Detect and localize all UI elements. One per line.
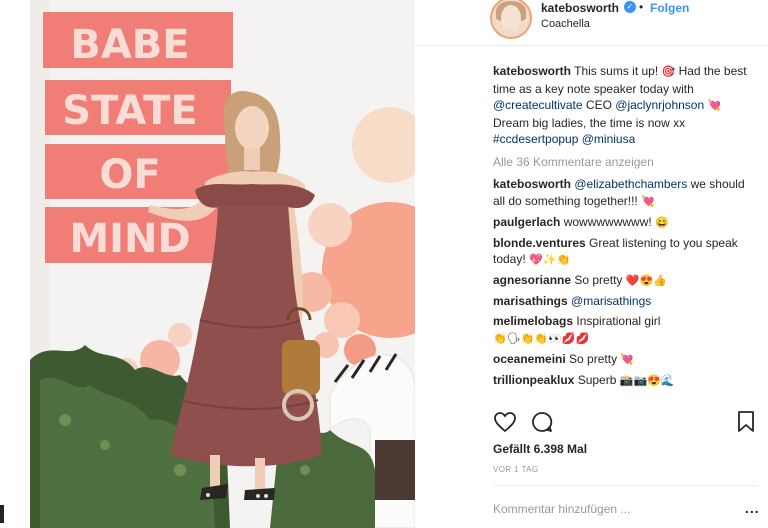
caption-text-4: Dream big ladies, the time is now xx: [493, 115, 686, 130]
comment-username[interactable]: katebosworth: [493, 177, 571, 191]
comment-item: blonde.ventures Great listening to you s…: [493, 235, 758, 269]
comment-item: trillionpeaklux Superb 📸📷😍🌊: [493, 372, 758, 390]
wall-text-4: MIND: [69, 216, 190, 262]
comment-emoji: ❤️😍👍: [625, 275, 667, 287]
comment-username[interactable]: trillionpeaklux: [493, 373, 574, 387]
location-link[interactable]: Coachella: [541, 18, 590, 30]
comment-username[interactable]: oceanemeini: [493, 352, 566, 366]
comment-emoji: 👏🗣👏👏👀💋💋: [493, 332, 590, 345]
comment-username[interactable]: agnesorianne: [493, 273, 571, 287]
divider: [493, 485, 758, 486]
comment-mention[interactable]: @marisathings: [571, 294, 651, 308]
caption-hashtag[interactable]: #ccdesertpopup: [493, 132, 578, 146]
photo-illustration: BABE STATE OF MIND: [30, 0, 415, 528]
comment-emoji: 📸📷😍🌊: [619, 374, 675, 387]
speech-bubble-icon[interactable]: [530, 410, 554, 434]
likes-count[interactable]: Gefällt 6.398 Mal: [493, 442, 587, 456]
separator-dot: •: [639, 0, 644, 14]
caption-mention-miniusa[interactable]: @miniusa: [582, 132, 636, 146]
header-username[interactable]: katebosworth: [541, 1, 619, 15]
follow-button[interactable]: Folgen: [650, 1, 689, 15]
comment-item: katebosworth @elizabethchambers we shoul…: [493, 176, 758, 210]
comment-emoji: 😄: [655, 216, 669, 229]
caption-text-3: CEO: [585, 98, 612, 112]
post-timestamp: VOR 1 TAG: [493, 465, 539, 474]
comment-item: agnesorianne So pretty ❤️😍👍: [493, 272, 758, 290]
avatar[interactable]: [490, 0, 532, 39]
comment-text: So pretty: [569, 351, 618, 366]
post-details-panel: katebosworth ✓ • Folgen Coachella katebo…: [415, 0, 768, 528]
caption-text-1: This sums it up!: [574, 64, 659, 78]
wall-text-2: STATE: [62, 88, 197, 134]
comment-text: So pretty: [574, 273, 623, 287]
bookmark-icon[interactable]: [736, 410, 756, 434]
comment-emoji: 💖✨👏: [529, 254, 571, 266]
post-caption: katebosworth This sums it up! 🎯 Had the …: [493, 63, 758, 148]
post-photo[interactable]: BABE STATE OF MIND: [30, 0, 415, 528]
wall-text-1: BABE: [70, 22, 189, 68]
comment-mention[interactable]: @elizabethchambers: [574, 177, 687, 191]
more-options-button[interactable]: ...: [745, 500, 760, 516]
caption-mention-createcultivate[interactable]: @createcultivate: [493, 98, 583, 112]
post-actions: [493, 410, 758, 436]
comment-item: melimelobags Inspirational girl 👏🗣👏👏👀💋💋: [493, 313, 758, 347]
comment-text: Inspirational girl: [576, 314, 661, 328]
target-emoji-icon: 🎯: [661, 66, 676, 78]
comment-text: wowwwwwwww!: [563, 214, 652, 229]
comment-username[interactable]: blonde.ventures: [493, 236, 586, 250]
caption-username[interactable]: katebosworth: [493, 64, 571, 78]
add-comment-input[interactable]: Kommentar hinzufügen ...: [493, 502, 630, 516]
caption-mention-jaclynrjohnson[interactable]: @jaclynrjohnson: [615, 98, 704, 112]
verified-badge-icon: ✓: [624, 1, 636, 13]
comment-username[interactable]: melimelobags: [493, 314, 573, 328]
comment-emoji: 💘: [641, 195, 655, 208]
comment-emoji: 💘: [620, 353, 635, 366]
window-edge: [0, 505, 4, 523]
view-all-comments-link[interactable]: Alle 36 Kommentare anzeigen: [493, 154, 758, 171]
comment-item: oceanemeini So pretty 💘: [493, 351, 758, 369]
comments-list: katebosworth This sums it up! 🎯 Had the …: [493, 63, 758, 393]
comment-username[interactable]: marisathings: [493, 294, 568, 308]
heart-emoji-icon: 💘: [707, 100, 722, 112]
heart-icon[interactable]: [493, 410, 517, 434]
comment-text: Superb: [577, 372, 617, 387]
wall-text-3: OF: [99, 152, 160, 198]
comment-item: paulgerlach wowwwwwwww! 😄: [493, 214, 758, 232]
comment-item: marisathings @marisathings: [493, 293, 758, 310]
comment-username[interactable]: paulgerlach: [493, 215, 560, 229]
post-header: katebosworth ✓ • Folgen Coachella: [415, 0, 768, 46]
